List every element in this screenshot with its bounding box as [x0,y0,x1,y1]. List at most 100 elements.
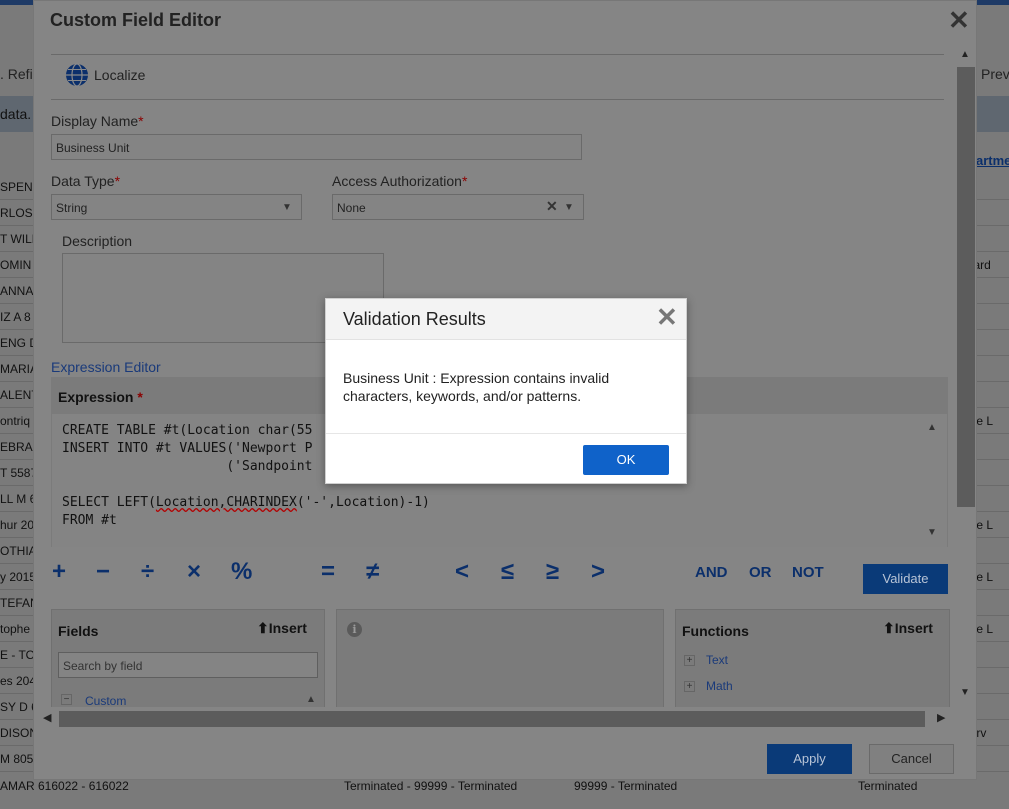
table-cell: EBRA [0,434,34,460]
and-operator-button[interactable]: AND [695,564,728,581]
scroll-up-icon[interactable]: ▲ [927,422,937,433]
preview-link: Prev [981,66,1009,82]
operator-toolbar: + − ÷ × % = ≠ < ≤ ≥ > AND OR NOT Validat… [51,558,951,596]
dialog-title: Custom Field Editor [50,10,221,30]
table-cell: tophe [0,616,34,642]
fields-panel-title: Fields [58,623,99,639]
greater-than-operator-button[interactable]: > [591,558,605,586]
scroll-up-icon[interactable]: ▲ [306,694,316,705]
scroll-down-icon[interactable]: ▼ [960,687,970,698]
table-cell: IZ A 8 [0,304,34,330]
table-cell: DISON [0,720,34,746]
tree-item-custom[interactable]: Custom [85,694,126,707]
functions-panel-title: Functions [682,623,749,639]
expand-icon[interactable]: + [684,655,695,666]
validate-button[interactable]: Validate [863,564,948,594]
code-line: FROM #t [62,513,117,528]
scroll-down-icon[interactable]: ▼ [927,527,937,538]
percent-operator-button[interactable]: % [231,558,252,586]
table-cell: M 805 [0,746,34,772]
modal-header: Validation Results ✕ [326,299,686,340]
data-label: data. [0,106,32,122]
dialog-footer: Apply Cancel [34,731,978,781]
table-cell: RLOS A [0,200,34,226]
localize-bar: Localize [51,54,944,100]
table-cell: LL M 6 [0,486,34,512]
table-cell: TEFAN [0,590,34,616]
tree-item-math[interactable]: Math [706,679,733,693]
table-cell: E - TON [0,642,34,668]
field-search-input[interactable]: Search by field [58,652,318,678]
data-type-select[interactable]: String [51,194,302,220]
function-info-panel: i [336,609,664,707]
table-cell: SPENC [0,174,34,200]
not-operator-button[interactable]: NOT [792,564,824,581]
table-cell: ANNA [0,278,34,304]
fields-panel: Fields ⬆Insert Search by field − Custom … [51,609,325,707]
insert-icon: ⬆ [257,620,269,636]
close-icon[interactable]: ✕ [948,7,970,33]
scrollbar-thumb[interactable] [957,67,975,507]
scroll-up-icon[interactable]: ▲ [960,49,970,60]
validation-results-modal: Validation Results ✕ Business Unit : Exp… [325,298,687,484]
scroll-right-icon[interactable]: ▶ [937,711,945,724]
globe-icon[interactable] [65,63,89,87]
table-cell: T WILL [0,226,34,252]
less-than-operator-button[interactable]: < [455,558,469,586]
table-cell: MARIA [0,356,34,382]
expression-editor-link[interactable]: Expression Editor [51,359,161,375]
plus-operator-button[interactable]: + [52,558,66,586]
modal-footer: OK [326,433,686,483]
table-cell: T 5587 [0,460,34,486]
functions-insert-button[interactable]: ⬆Insert [883,620,933,637]
less-equal-operator-button[interactable]: ≤ [501,558,514,586]
table-cell: ontriq [0,408,34,434]
clear-icon[interactable]: ✕ [546,198,558,215]
multiply-operator-button[interactable]: × [187,558,201,586]
horizontal-scrollbar[interactable]: ◀ ▶ [39,708,951,730]
info-icon: i [347,622,362,637]
table-cell: SY D 6 [0,694,34,720]
modal-title: Validation Results [343,309,486,329]
localize-button[interactable]: Localize [94,67,145,83]
vertical-scrollbar[interactable]: ▲ ▼ [955,47,977,702]
access-authorization-label: Access Authorization* [332,173,468,189]
data-type-label: Data Type* [51,173,121,189]
table-cell: OTHIA [0,538,34,564]
chevron-down-icon[interactable]: ▼ [564,202,574,213]
description-label: Description [62,233,133,249]
table-cell: ENG D [0,330,34,356]
collapse-icon[interactable]: − [61,694,72,705]
functions-panel: Functions ⬆Insert + Text + Math [675,609,950,707]
validation-message: Business Unit : Expression contains inva… [343,370,610,404]
minus-operator-button[interactable]: − [96,558,110,586]
tree-item-text[interactable]: Text [706,653,728,667]
department-column-header: artme [976,153,1009,168]
code-line: SELECT LEFT(Location,CHARINDEX('-',Locat… [62,495,430,510]
or-operator-button[interactable]: OR [749,564,772,581]
display-name-label: Display Name* [51,113,144,129]
insert-icon: ⬆ [883,620,895,636]
divide-operator-button[interactable]: ÷ [141,558,154,586]
display-name-input[interactable]: Business Unit [51,134,582,160]
ok-button[interactable]: OK [583,445,669,475]
cancel-button[interactable]: Cancel [869,744,954,774]
table-cell: es 204 [0,668,34,694]
scrollbar-thumb[interactable] [59,711,925,727]
expression-label: Expression * [58,389,143,405]
equals-operator-button[interactable]: = [321,558,335,586]
refresh-link: . Refi [0,66,33,82]
close-icon[interactable]: ✕ [656,304,678,330]
expand-icon[interactable]: + [684,681,695,692]
table-cell: ALENT [0,382,34,408]
fields-insert-button[interactable]: ⬆Insert [257,620,307,637]
chevron-down-icon[interactable]: ▼ [282,202,292,213]
table-cell: y 2015 [0,564,34,590]
scroll-left-icon[interactable]: ◀ [43,711,51,724]
not-equals-operator-button[interactable]: ≠ [366,558,379,586]
table-cell: hur 20 [0,512,34,538]
greater-equal-operator-button[interactable]: ≥ [546,558,559,586]
table-cell: OMIN [0,252,34,278]
apply-button[interactable]: Apply [767,744,852,774]
dialog-header: Custom Field Editor ✕ [34,1,978,41]
